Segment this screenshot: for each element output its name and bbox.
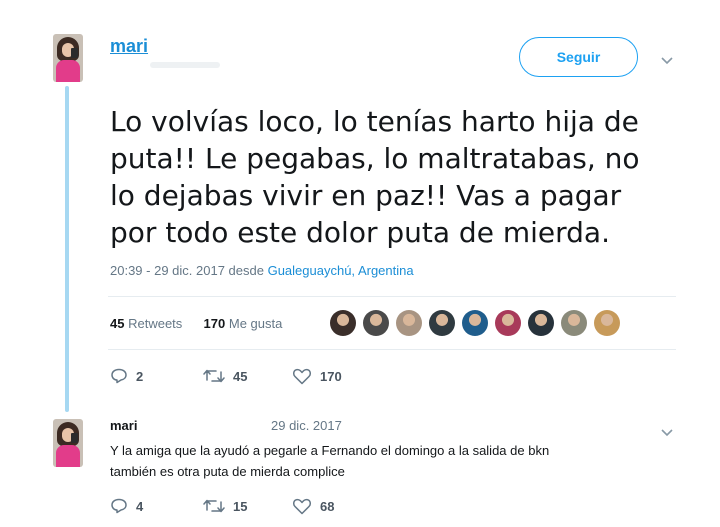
reply-text: Y la amiga que la ayudó a pegarle a Fern… — [110, 440, 670, 482]
retweet-count: 45 — [233, 368, 248, 384]
heart-icon — [292, 498, 312, 515]
liker-avatar-3[interactable] — [396, 310, 422, 336]
author-name[interactable]: mari — [110, 36, 148, 57]
reply-like-action[interactable]: 68 — [292, 498, 334, 515]
reply-retweet-action[interactable]: 15 — [203, 498, 247, 514]
liker-avatar-4[interactable] — [429, 310, 455, 336]
follow-button[interactable]: Seguir — [519, 37, 638, 77]
reply-reply-action[interactable]: 4 — [110, 498, 143, 514]
location-prefix: desde — [228, 263, 264, 278]
retweet-icon — [203, 499, 225, 513]
author-avatar[interactable] — [53, 34, 83, 82]
reply-author-name[interactable]: mari — [110, 418, 137, 433]
like-count: 68 — [320, 499, 335, 514]
tweet-stats: 45 Retweets 170 Me gusta — [110, 316, 282, 331]
reply-action[interactable]: 2 — [110, 368, 143, 384]
reply-icon — [111, 368, 127, 384]
retweets-label[interactable]: Retweets — [128, 316, 182, 331]
divider — [108, 349, 676, 350]
liker-avatar-8[interactable] — [561, 310, 587, 336]
liker-avatar-1[interactable] — [330, 310, 356, 336]
reply-icon — [111, 498, 127, 514]
reply-author-avatar[interactable] — [53, 419, 83, 467]
tweet-text: Lo volvías loco, lo tenías harto hija de… — [110, 105, 640, 249]
author-handle-redacted — [150, 62, 220, 68]
like-count: 170 — [320, 369, 342, 384]
divider — [108, 296, 676, 297]
like-action[interactable]: 170 — [292, 368, 342, 385]
liker-avatar-6[interactable] — [495, 310, 521, 336]
heart-icon — [292, 368, 312, 385]
tweet-timestamp[interactable]: 20:39 - 29 dic. 2017 — [110, 263, 225, 278]
retweet-action[interactable]: 45 — [203, 368, 247, 384]
tweet-meta: 20:39 - 29 dic. 2017 desde Gualeguaychú,… — [110, 263, 414, 278]
liker-avatar-9[interactable] — [594, 310, 620, 336]
likes-count[interactable]: 170 — [204, 316, 226, 331]
liker-avatars — [330, 310, 627, 336]
chevron-down-icon[interactable] — [661, 52, 673, 70]
retweets-count[interactable]: 45 — [110, 316, 124, 331]
liker-avatar-2[interactable] — [363, 310, 389, 336]
tweet-location[interactable]: Gualeguaychú, Argentina — [268, 263, 414, 278]
liker-avatar-7[interactable] — [528, 310, 554, 336]
reply-count: 2 — [136, 368, 144, 384]
reply-text-line: Y la amiga que la ayudó a pegarle a Fern… — [110, 443, 550, 458]
thread-line — [65, 86, 69, 412]
retweet-icon — [203, 369, 225, 383]
reply-date[interactable]: 29 dic. 2017 — [271, 418, 342, 433]
reply-count: 4 — [136, 498, 144, 514]
reply-text-line: también es otra puta de mierda complice — [110, 464, 345, 479]
liker-avatar-5[interactable] — [462, 310, 488, 336]
retweet-count: 15 — [233, 498, 248, 514]
likes-label[interactable]: Me gusta — [229, 316, 282, 331]
